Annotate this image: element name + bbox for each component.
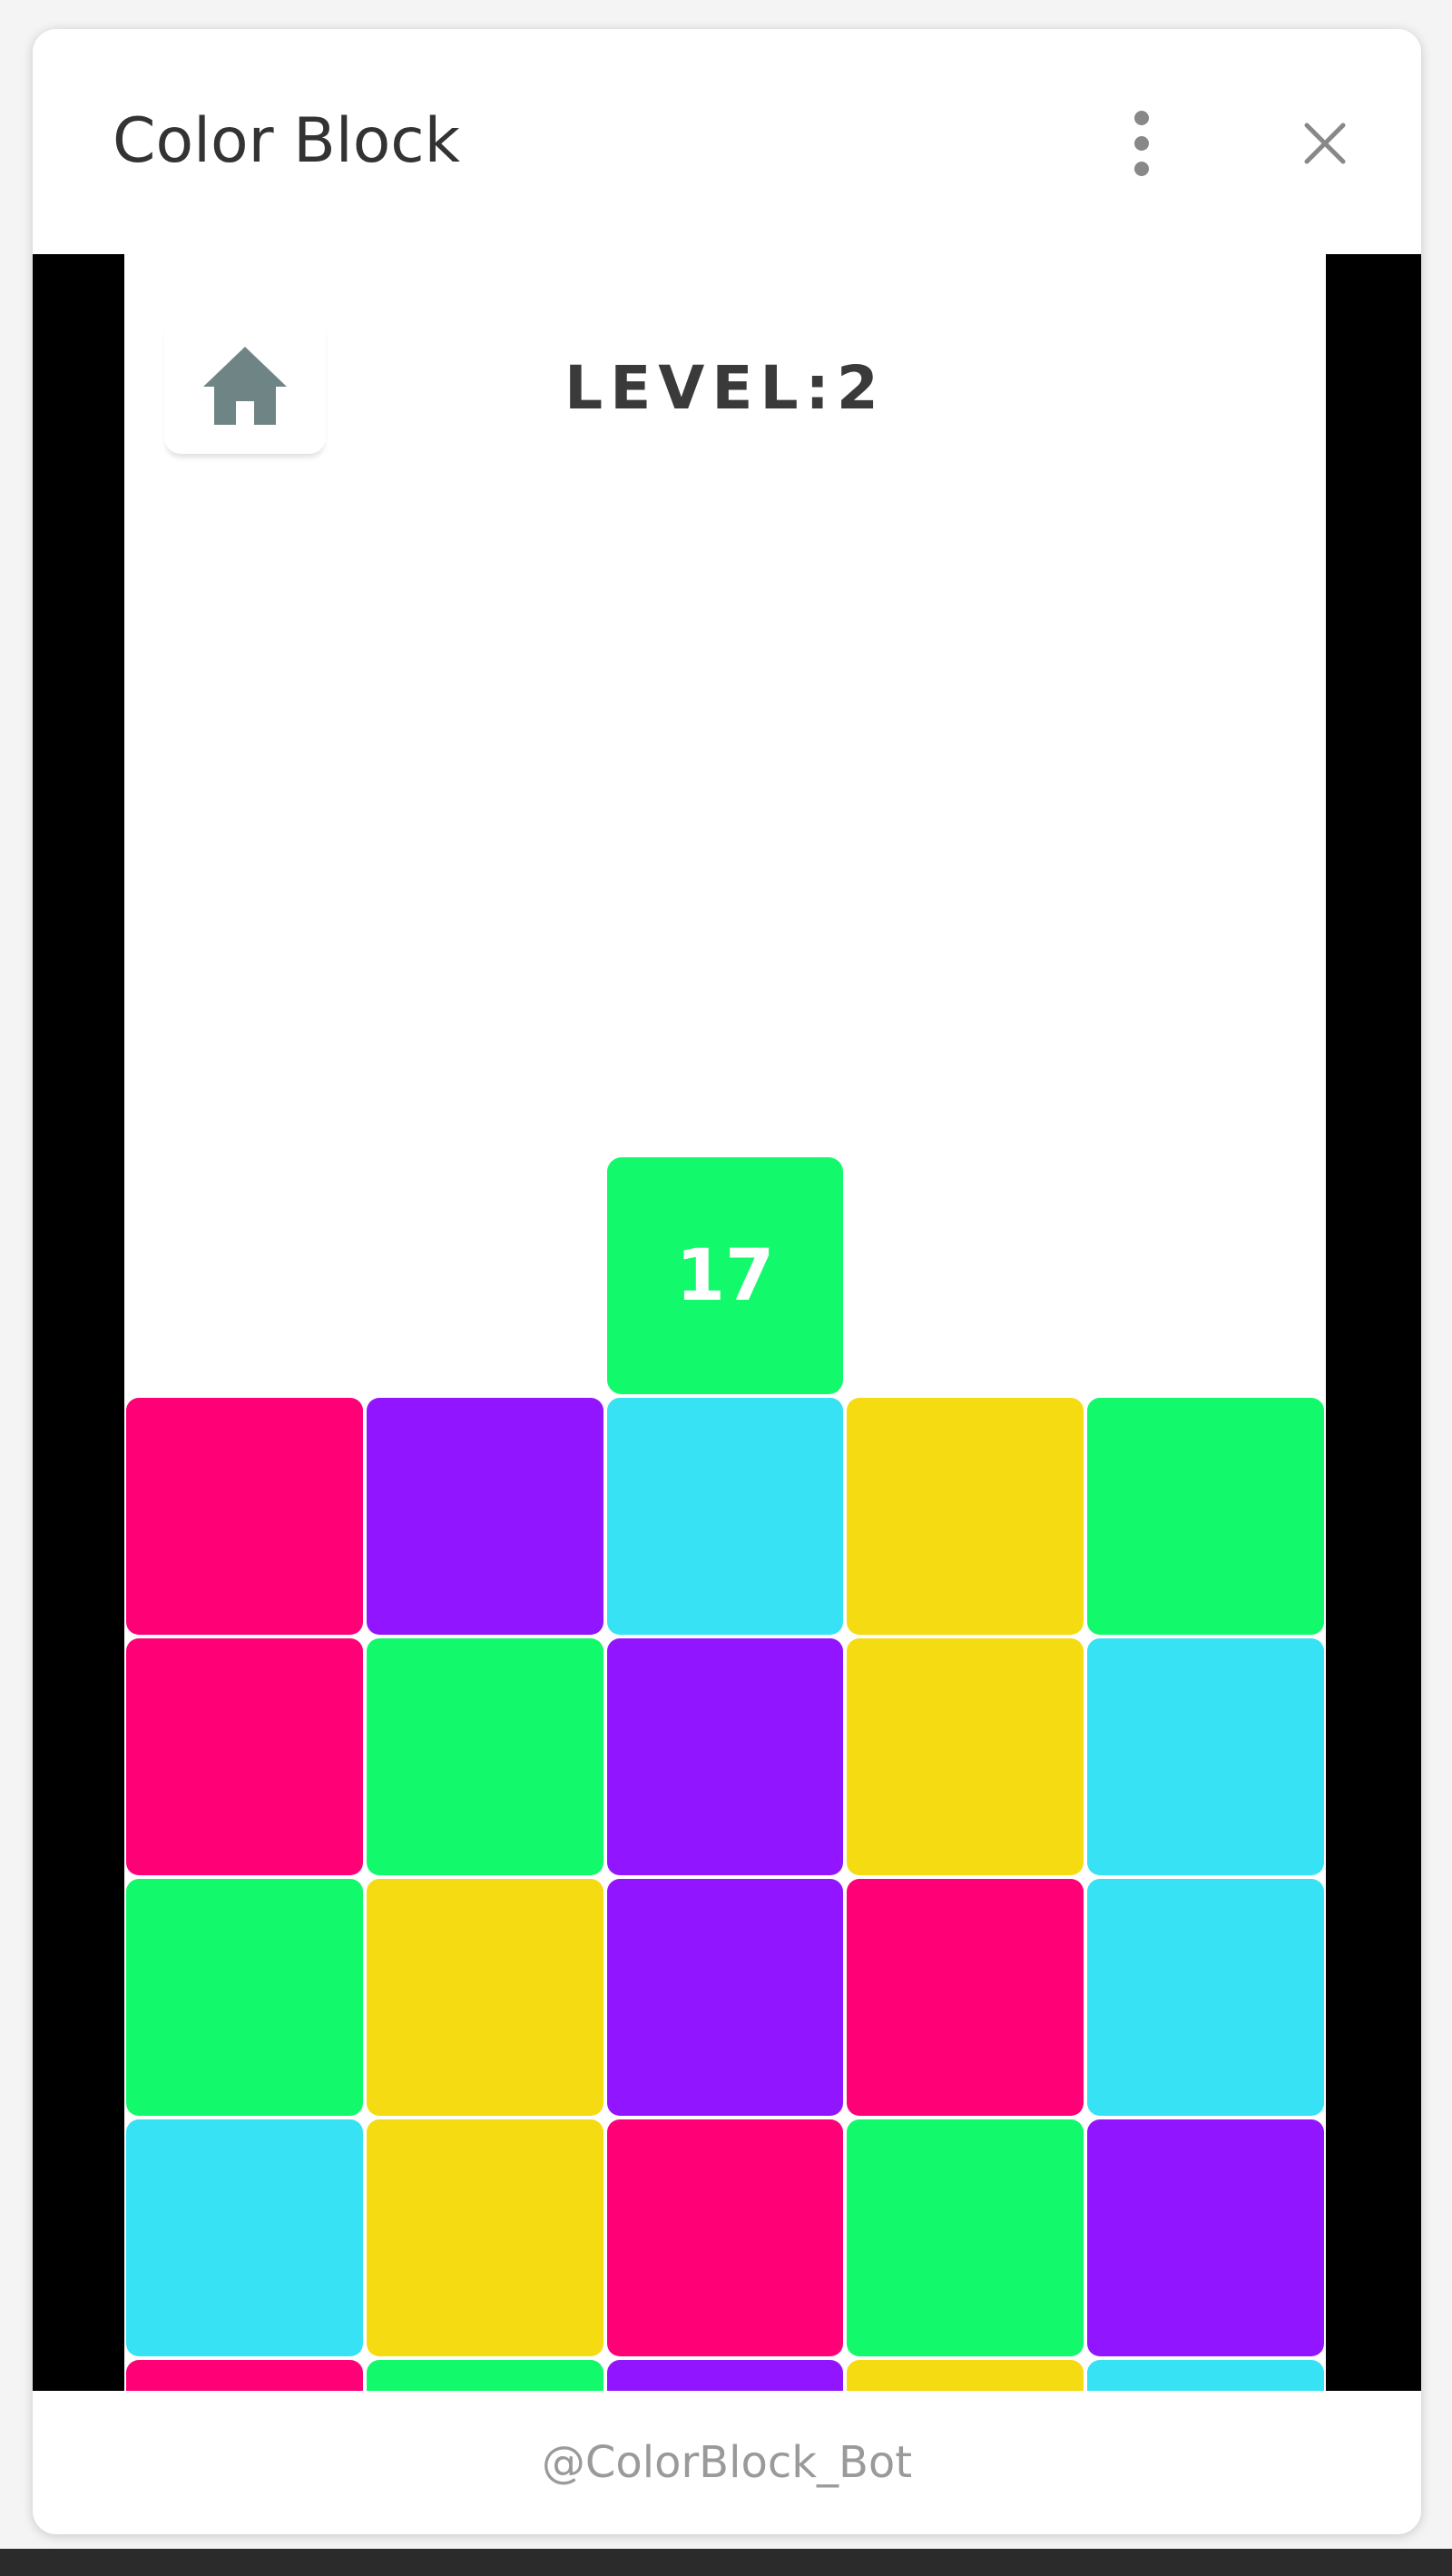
grid-block[interactable] bbox=[126, 2360, 363, 2391]
grid-block[interactable] bbox=[366, 2360, 603, 2391]
current-block[interactable]: 17 bbox=[606, 1157, 844, 1394]
grid-block[interactable] bbox=[1087, 1638, 1324, 1875]
grid-block[interactable] bbox=[366, 1638, 603, 1875]
app-window: Color Block LEVEL:2 17 @ColorBlock_Bot bbox=[33, 29, 1421, 2534]
grid-block[interactable] bbox=[847, 2360, 1084, 2391]
grid-block[interactable] bbox=[126, 1638, 363, 1875]
grid-block[interactable] bbox=[126, 1398, 363, 1635]
bot-handle-link[interactable]: @ColorBlock_Bot bbox=[542, 2437, 912, 2488]
close-icon-glyph bbox=[1304, 123, 1346, 164]
grid-block[interactable] bbox=[606, 2360, 844, 2391]
close-icon[interactable] bbox=[1287, 105, 1363, 182]
grid-block[interactable] bbox=[606, 1638, 844, 1875]
grid-block[interactable] bbox=[126, 2119, 363, 2356]
grid-block[interactable] bbox=[847, 2119, 1084, 2356]
window-header: Color Block bbox=[33, 29, 1421, 254]
grid-block[interactable] bbox=[366, 2119, 603, 2356]
grid-block[interactable] bbox=[847, 1879, 1084, 2116]
window-title: Color Block bbox=[113, 105, 461, 177]
level-label: LEVEL:2 bbox=[564, 353, 886, 423]
grid-block[interactable] bbox=[606, 2119, 844, 2356]
game-canvas[interactable]: LEVEL:2 17 bbox=[124, 254, 1326, 2391]
grid-block[interactable] bbox=[1087, 1879, 1324, 2116]
current-block-number: 17 bbox=[675, 1234, 775, 1317]
grid-block[interactable] bbox=[606, 1398, 844, 1635]
grid-block[interactable] bbox=[606, 1879, 844, 2116]
kebab-menu-icon[interactable] bbox=[1104, 105, 1180, 182]
grid-block[interactable] bbox=[126, 1879, 363, 2116]
grid-block[interactable] bbox=[366, 1398, 603, 1635]
taskbar-strip bbox=[0, 2549, 1452, 2576]
grid-block[interactable] bbox=[1087, 2119, 1324, 2356]
game-area: LEVEL:2 17 bbox=[33, 254, 1421, 2391]
window-footer: @ColorBlock_Bot bbox=[33, 2391, 1421, 2534]
grid-block[interactable] bbox=[847, 1638, 1084, 1875]
grid-block[interactable] bbox=[366, 1879, 603, 2116]
grid-block[interactable] bbox=[847, 1398, 1084, 1635]
grid-block[interactable] bbox=[1087, 2360, 1324, 2391]
grid-block[interactable] bbox=[1087, 1398, 1324, 1635]
